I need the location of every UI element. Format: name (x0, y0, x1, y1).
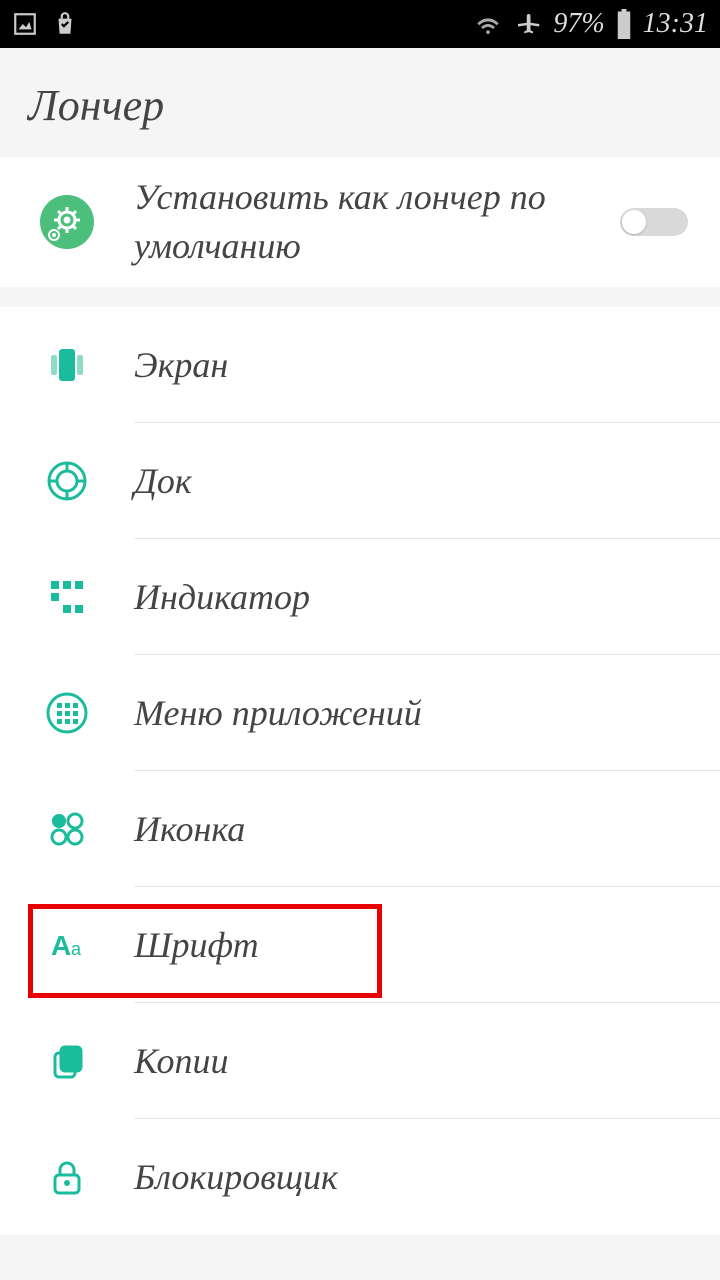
row-font[interactable]: A a Шрифт (0, 887, 720, 1003)
set-default-launcher-row[interactable]: Установить как лончер по умолчанию (0, 157, 720, 287)
row-copies-label: Копии (134, 1037, 700, 1086)
screen-icon (40, 338, 94, 392)
default-launcher-toggle[interactable] (620, 208, 688, 236)
icon-pack-icon (40, 802, 94, 856)
row-indicator-label: Индикатор (134, 573, 700, 622)
row-blocker-label: Блокировщик (134, 1153, 700, 1202)
airplane-icon (513, 9, 543, 39)
set-default-launcher-label: Установить как лончер по умолчанию (134, 173, 620, 270)
row-screen-label: Экран (134, 341, 700, 390)
lock-icon (40, 1150, 94, 1204)
status-bar: 97% 13:31 (0, 0, 720, 48)
row-dock[interactable]: Док (0, 423, 720, 539)
dock-icon (40, 454, 94, 508)
picture-icon (12, 11, 38, 37)
svg-text:A: A (51, 930, 71, 961)
status-left (12, 11, 78, 37)
default-launcher-section: Установить как лончер по умолчанию (0, 157, 720, 287)
status-right: 97% 13:31 (473, 8, 708, 40)
battery-percent: 97% (553, 8, 604, 40)
settings-gear-icon (40, 195, 94, 249)
battery-icon (615, 9, 633, 39)
font-icon: A a (40, 918, 94, 972)
app-menu-icon (40, 686, 94, 740)
row-dock-label: Док (134, 457, 700, 506)
row-copies[interactable]: Копии (0, 1003, 720, 1119)
indicator-icon (40, 570, 94, 624)
row-indicator[interactable]: Индикатор (0, 539, 720, 655)
page-header: Лончер (0, 48, 720, 157)
row-font-label: Шрифт (134, 921, 700, 970)
svg-text:a: a (71, 939, 82, 959)
shopping-bag-icon (52, 11, 78, 37)
clock: 13:31 (643, 8, 708, 40)
row-app-menu[interactable]: Меню приложений (0, 655, 720, 771)
row-screen[interactable]: Экран (0, 307, 720, 423)
page-title: Лончер (28, 80, 692, 131)
row-icon-label: Иконка (134, 805, 700, 854)
row-blocker[interactable]: Блокировщик (0, 1119, 720, 1235)
row-icon-pack[interactable]: Иконка (0, 771, 720, 887)
row-app-menu-label: Меню приложений (134, 689, 700, 738)
copies-icon (40, 1034, 94, 1088)
settings-list: Экран Док Индикатор (0, 307, 720, 1235)
wifi-icon (473, 9, 503, 39)
